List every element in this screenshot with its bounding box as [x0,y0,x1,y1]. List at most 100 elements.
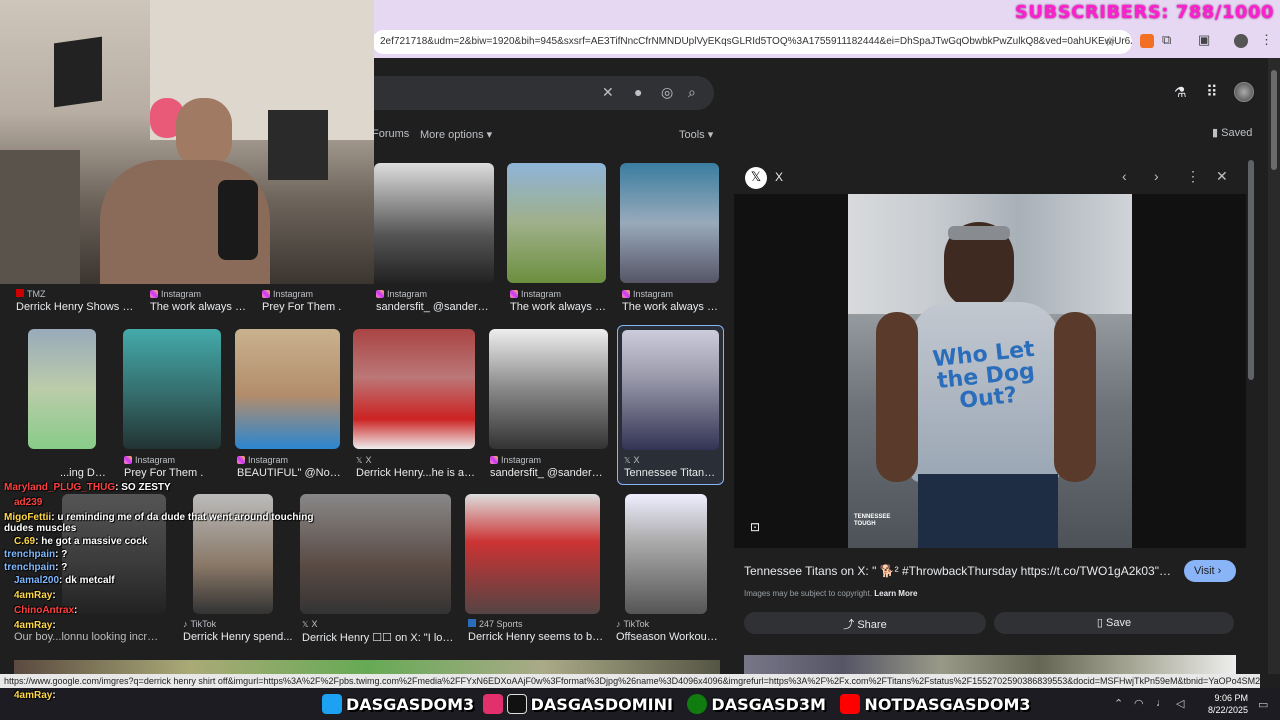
address-bar[interactable]: 2ef721718&udm=2&biw=1920&bih=945&sxsrf=A… [372,30,1132,54]
save-button[interactable]: ▯ Save [994,612,1234,634]
result-thumbnail[interactable] [507,163,606,283]
puzzle-icon[interactable]: ⧉ [1162,32,1171,48]
result-caption[interactable]: Derrick Henry Shows Off... [16,301,136,313]
mic-icon[interactable]: ♩ [1156,697,1167,709]
clear-icon[interactable]: ✕ [602,84,614,101]
copyright-text: Images may be subject to copyright. [744,589,873,598]
chevron-down-icon: ▾ [486,129,493,141]
chat-message: ad239 [14,497,340,508]
result-source: Instagram [237,455,288,465]
tab-forums[interactable]: Forums [372,128,409,140]
chat-user: trenchpain [4,549,56,560]
chat-user: C.69 [14,536,36,547]
result-caption[interactable]: Derrick Henry spend... [183,631,293,643]
result-caption[interactable]: The work always co... [150,301,250,313]
lens-icon[interactable]: ◎ [661,84,673,101]
chat-message: C.69: he got a massive cock [14,536,148,547]
result-source: Instagram [510,289,561,299]
result-caption[interactable]: ...ing Der... [60,467,110,479]
tools-dropdown[interactable]: Tools ▾ [679,128,713,141]
result-source: Instagram [150,289,201,299]
lens-search-icon[interactable]: ⊡ [750,520,760,534]
result-caption[interactable]: sandersfit_ @sandersfit... [376,301,494,313]
more-vert-icon[interactable]: ⋮ [1186,168,1200,185]
previous-arrow-icon[interactable]: ‹ [1122,168,1127,184]
search-icon[interactable]: ⌕ [688,84,696,101]
result-caption[interactable]: Prey For Them . [124,467,224,479]
result-thumbnail[interactable] [489,329,608,449]
webcam-overlay [0,0,374,284]
wifi-icon[interactable]: ◠ [1134,697,1144,710]
result-caption[interactable]: BEAUTIFUL" @Nova... [237,467,345,479]
bookmark-icon: ▮ [1212,127,1219,139]
shirt-graphic-text: Who Let the Dog Out? [931,336,1036,414]
chat-message: Jamal200: dk metcalf [14,575,115,586]
related-images-strip[interactable] [744,655,1236,674]
result-caption[interactable]: Offseason Workouts ... [616,631,720,643]
apps-grid-icon[interactable]: ⠿ [1206,82,1218,102]
result-source: 𝕏X [356,455,372,465]
result-source: Instagram [376,289,427,299]
saved-link[interactable]: ▮ Saved [1212,126,1252,139]
acoustic-panel [268,110,328,180]
bookmark-icon: ▯ [1096,617,1103,629]
result-thumbnail[interactable] [465,494,600,614]
more-options-label: More options [420,129,484,141]
preview-title[interactable]: Tennessee Titans on X: " 🐕² #ThrowbackTh… [744,564,1174,578]
result-thumbnail[interactable] [374,163,494,283]
result-caption[interactable]: Prey For Them . [262,301,362,313]
page-scrollbar-thumb[interactable] [1271,70,1277,170]
panel-scrollbar[interactable] [1248,160,1254,380]
tiktok-icon: ♪ [616,619,621,629]
result-caption[interactable]: Tennessee Titans o... [624,467,720,479]
microphone [218,180,258,260]
extension-icon[interactable] [1140,34,1154,48]
preview-image[interactable]: Who Let the Dog Out? TENNESSEE TOUGH [848,194,1132,548]
labs-flask-icon[interactable]: ⚗ [1174,84,1187,101]
speaker-icon[interactable]: ◁ [1176,697,1184,710]
selected-image [622,330,719,450]
next-arrow-icon[interactable]: › [1154,168,1159,184]
chat-user: Jamal200 [14,575,60,586]
x-logo-icon: 𝕏 [356,456,363,465]
chat-user: ChinoAntrax [14,605,74,616]
result-thumbnail[interactable] [28,329,96,449]
bookmark-star-icon[interactable]: ☆ [1104,34,1116,50]
chat-overlay: Maryland_PLUG_THUG: SO ZESTY ad239 MigoF… [0,482,340,631]
sidepanel-icon[interactable]: ▣ [1198,32,1210,48]
notification-icon[interactable]: ▭ [1258,698,1268,711]
preview-source-name[interactable]: X [775,170,783,184]
more-options-dropdown[interactable]: More options ▾ [420,128,492,141]
microphone-icon[interactable]: ● [634,84,642,100]
instagram-icon [482,694,503,714]
result-thumbnail[interactable] [625,494,707,614]
chevron-down-icon: ▾ [707,129,714,141]
result-thumbnail[interactable] [620,163,719,283]
tray-chevron-icon[interactable]: ⌃ [1114,697,1123,710]
result-caption[interactable]: The work always co... [622,301,722,313]
chat-message: trenchpain: ? [4,562,68,573]
result-caption[interactable]: sandersfit_ @sandersfit... [490,467,608,479]
account-avatar[interactable] [1234,82,1254,102]
twitter-icon [322,694,342,714]
menu-icon[interactable]: ⋮ [1260,32,1273,48]
system-clock[interactable]: 9:06 PM 8/22/2025 [1208,692,1248,716]
result-thumbnail[interactable] [235,329,340,449]
profile-icon[interactable] [1234,34,1248,48]
share-button[interactable]: ⤴ Share [744,612,986,634]
result-thumbnail[interactable] [353,329,475,449]
result-caption[interactable]: The work always co... [510,301,610,313]
result-caption[interactable]: Derrick Henry seems to be ... [468,631,608,643]
result-caption[interactable]: Our boy...lonnu looking incredibl... [14,631,164,643]
result-caption[interactable]: Derrick Henry...he is a R... [356,467,476,479]
chat-message: Maryland_PLUG_THUG: SO ZESTY [4,482,171,493]
visit-button[interactable]: Visit › [1184,560,1236,582]
clock-date: 8/22/2025 [1208,705,1249,715]
close-icon[interactable]: ✕ [1216,168,1228,185]
result-caption[interactable]: Derrick Henry ☐☐ on X: "I love y... [302,631,454,644]
chat-user: trenchpain [4,562,56,573]
saved-label: Saved [1221,127,1253,139]
learn-more-link[interactable]: Learn More [874,589,917,598]
social-handle: DASGASDOM3 [346,694,475,714]
result-thumbnail[interactable] [123,329,221,449]
